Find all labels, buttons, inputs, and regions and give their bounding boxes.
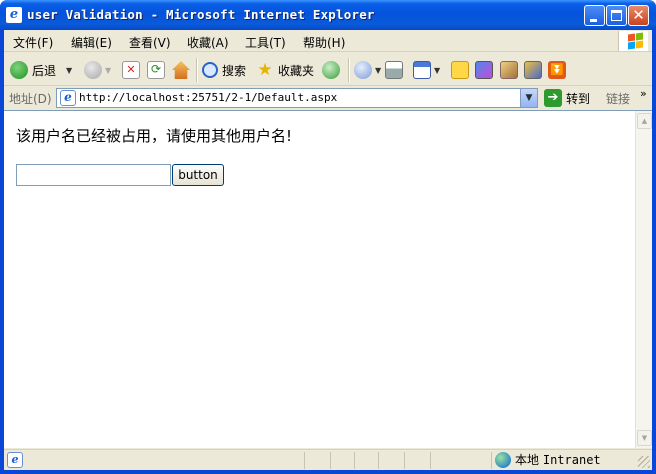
close-button[interactable]: ✕ bbox=[628, 5, 649, 26]
intranet-globe-icon bbox=[495, 451, 511, 468]
vertical-scrollbar[interactable]: ▲ ▼ bbox=[635, 111, 652, 448]
close-icon: ✕ bbox=[632, 6, 645, 24]
mail-dropdown-icon[interactable]: ▼ bbox=[375, 66, 381, 75]
minimize-button[interactable] bbox=[584, 5, 605, 26]
mail-button[interactable]: ▼ bbox=[354, 59, 381, 81]
favorites-icon: ★ bbox=[257, 60, 273, 80]
back-label: 后退 bbox=[32, 63, 57, 78]
go-arrow-icon: ➔ bbox=[544, 89, 562, 107]
go-button[interactable]: ➔ 转到 bbox=[544, 88, 590, 108]
status-divider bbox=[404, 452, 405, 469]
resize-grip-icon[interactable] bbox=[638, 456, 650, 468]
address-label: 地址(D) bbox=[9, 92, 52, 106]
page-status-icon: e bbox=[7, 452, 23, 468]
status-divider bbox=[491, 452, 492, 469]
menu-bar: 文件(F) 编辑(E) 查看(V) 收藏(A) 工具(T) 帮助(H) bbox=[4, 30, 652, 52]
address-field[interactable]: e http://localhost:25751/2-1/Default.asp… bbox=[56, 88, 538, 108]
scroll-up-icon[interactable]: ▲ bbox=[637, 113, 652, 129]
refresh-icon: ⟳ bbox=[147, 61, 165, 79]
zone-name: Intranet bbox=[542, 453, 601, 467]
tools-icon bbox=[524, 61, 542, 79]
edit-button[interactable]: ▼ bbox=[413, 59, 440, 81]
home-button[interactable] bbox=[172, 59, 190, 81]
discuss-icon bbox=[451, 61, 469, 79]
standard-toolbar: 后退 ▼ ▼ ✕ ⟳ 搜索 ★ 收藏夹 ▼ ▼ ⏬ bbox=[4, 53, 652, 86]
status-divider bbox=[430, 452, 431, 469]
forward-button[interactable]: ▼ bbox=[84, 59, 111, 81]
addon-button[interactable]: ⏬ bbox=[548, 59, 566, 81]
title-bar[interactable]: e user Validation - Microsoft Internet E… bbox=[0, 0, 656, 30]
ie-window: e user Validation - Microsoft Internet E… bbox=[0, 0, 656, 474]
security-zone[interactable]: 本地 Intranet bbox=[495, 451, 601, 468]
search-icon bbox=[202, 62, 218, 78]
window-body: 文件(F) 编辑(E) 查看(V) 收藏(A) 工具(T) 帮助(H) 后退 ▼ bbox=[4, 30, 652, 470]
maximize-icon bbox=[611, 10, 622, 21]
back-button[interactable]: 后退 ▼ bbox=[10, 59, 72, 81]
status-bar: e 本地 Intranet bbox=[4, 449, 652, 470]
discuss-button[interactable] bbox=[451, 59, 469, 81]
menu-edit[interactable]: 编辑(E) bbox=[71, 34, 112, 51]
edit-dropdown-icon[interactable]: ▼ bbox=[434, 66, 440, 75]
toolbar-separator bbox=[196, 58, 198, 82]
windows-logo-icon bbox=[618, 31, 648, 51]
print-button[interactable] bbox=[385, 59, 403, 81]
links-chevron-icon[interactable]: » bbox=[640, 87, 647, 100]
status-divider bbox=[354, 452, 355, 469]
address-url[interactable]: http://localhost:25751/2-1/Default.aspx bbox=[79, 91, 337, 104]
status-divider bbox=[378, 452, 379, 469]
zone-label: 本地 Intranet bbox=[515, 451, 601, 468]
edit-icon bbox=[413, 61, 431, 79]
address-bar: 地址(D) e http://localhost:25751/2-1/Defau… bbox=[4, 87, 652, 109]
forward-dropdown-icon: ▼ bbox=[105, 65, 112, 75]
back-icon bbox=[10, 61, 28, 79]
search-button[interactable]: 搜索 bbox=[202, 59, 246, 81]
address-dropdown-icon[interactable]: ▼ bbox=[520, 89, 537, 107]
stop-button[interactable]: ✕ bbox=[122, 59, 140, 81]
tools-button[interactable] bbox=[524, 59, 542, 81]
stop-icon: ✕ bbox=[122, 61, 140, 79]
minimize-icon bbox=[590, 19, 597, 22]
links-label[interactable]: 链接 bbox=[606, 90, 630, 107]
refresh-button[interactable]: ⟳ bbox=[147, 59, 165, 81]
history-icon bbox=[322, 61, 340, 79]
window-title: user Validation - Microsoft Internet Exp… bbox=[27, 7, 375, 22]
messenger-icon bbox=[475, 61, 493, 79]
validation-message: 该用户名已经被占用，请使用其他用户名! bbox=[16, 127, 293, 145]
back-dropdown-icon[interactable]: ▼ bbox=[66, 66, 72, 75]
history-button[interactable] bbox=[322, 59, 340, 81]
favorites-label: 收藏夹 bbox=[278, 63, 315, 78]
status-divider bbox=[304, 452, 305, 469]
page-icon: e bbox=[60, 90, 76, 106]
print-icon bbox=[385, 61, 403, 79]
maximize-button[interactable] bbox=[606, 5, 627, 26]
page-content: 该用户名已经被占用，请使用其他用户名! button ▲ ▼ bbox=[4, 110, 652, 448]
menu-view[interactable]: 查看(V) bbox=[129, 34, 171, 51]
menu-help[interactable]: 帮助(H) bbox=[303, 34, 345, 51]
ie-logo-icon: e bbox=[6, 7, 22, 23]
research-icon bbox=[500, 61, 518, 79]
mail-icon bbox=[354, 61, 372, 79]
menu-tools[interactable]: 工具(T) bbox=[245, 34, 286, 51]
menu-favorites[interactable]: 收藏(A) bbox=[187, 34, 229, 51]
username-input[interactable] bbox=[16, 164, 171, 186]
favorites-button[interactable]: ★ 收藏夹 bbox=[256, 59, 314, 81]
submit-button[interactable]: button bbox=[172, 164, 224, 186]
status-divider bbox=[330, 452, 331, 469]
go-label: 转到 bbox=[566, 91, 591, 106]
addon-icon: ⏬ bbox=[548, 61, 566, 79]
home-icon bbox=[172, 61, 190, 79]
zone-prefix: 本地 bbox=[515, 453, 540, 467]
toolbar-separator bbox=[348, 58, 350, 82]
messenger-button[interactable] bbox=[475, 59, 493, 81]
search-label: 搜索 bbox=[222, 63, 247, 78]
scroll-down-icon[interactable]: ▼ bbox=[637, 430, 652, 446]
menu-file[interactable]: 文件(F) bbox=[13, 34, 53, 51]
forward-icon bbox=[84, 61, 102, 79]
research-button[interactable] bbox=[500, 59, 518, 81]
